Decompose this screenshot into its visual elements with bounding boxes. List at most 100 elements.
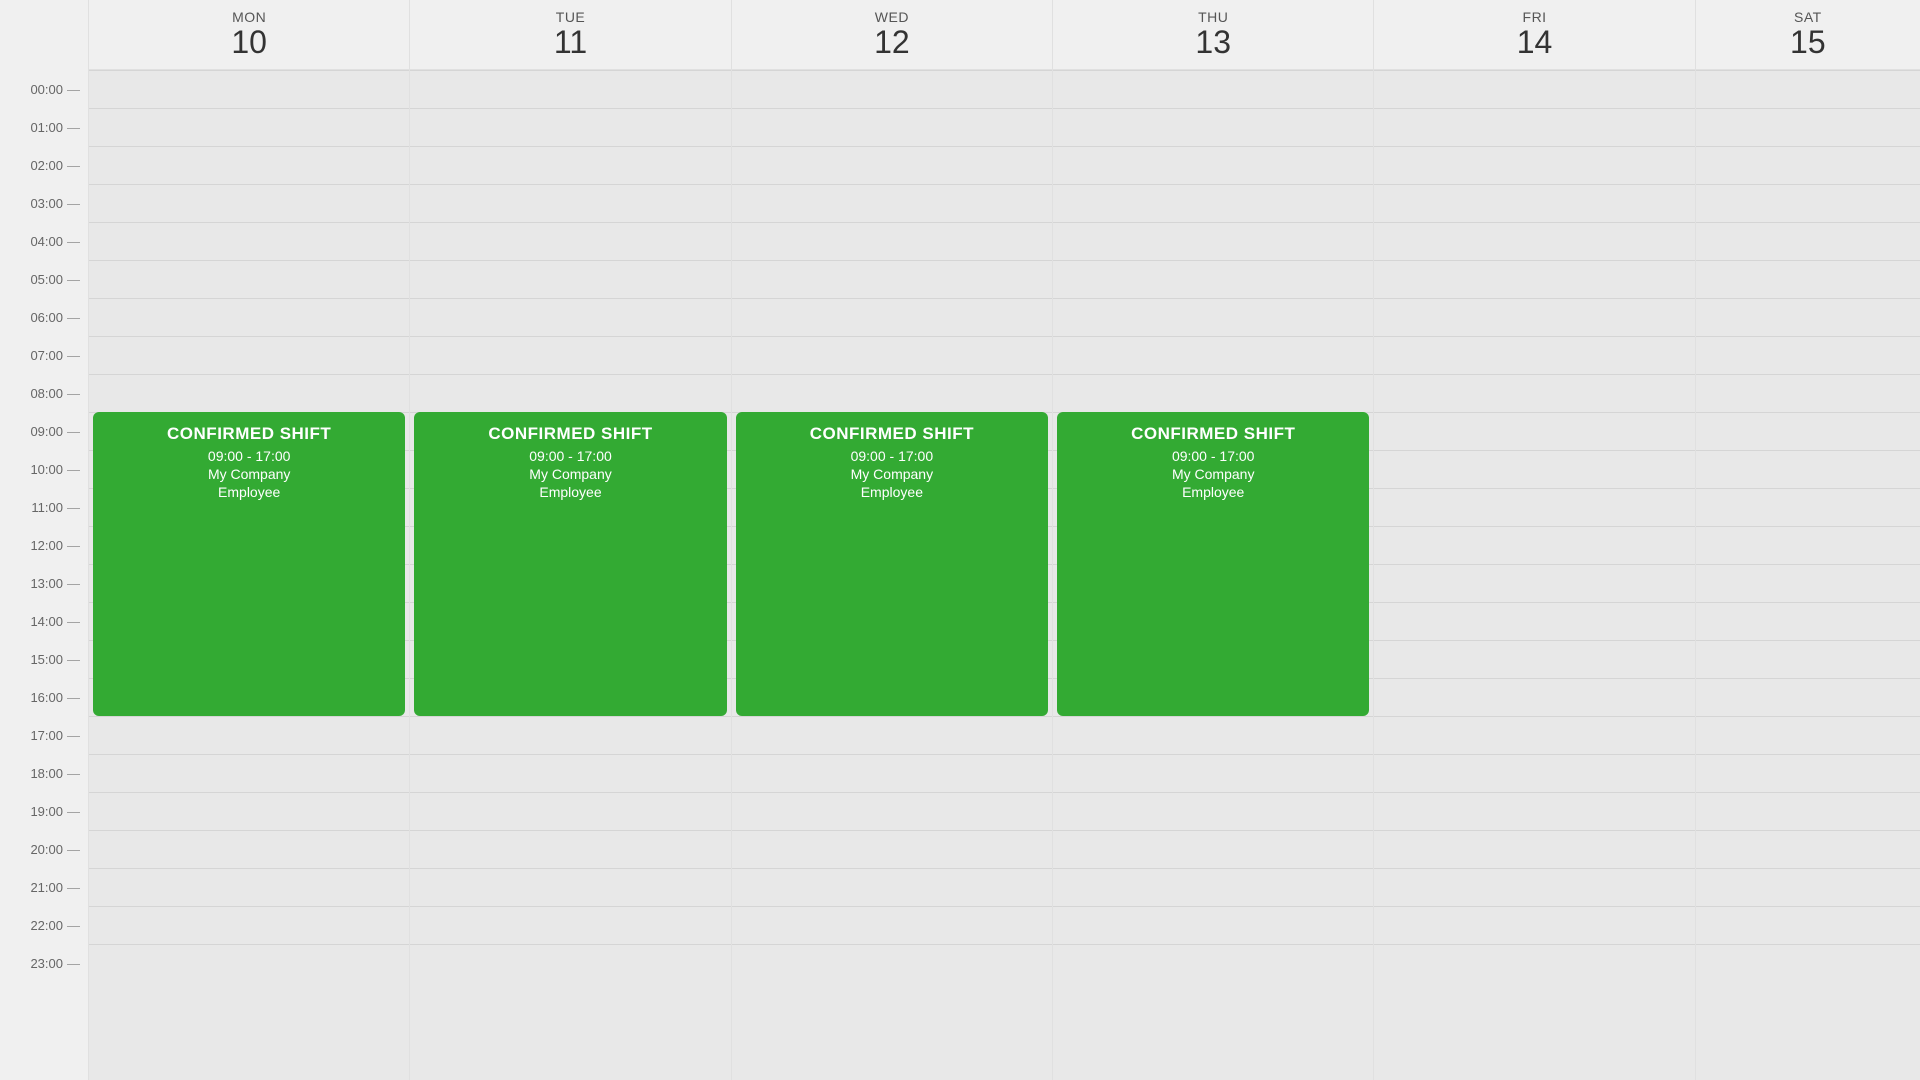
time-label: 07:00— [0, 336, 88, 374]
hour-line [1053, 108, 1373, 109]
shift-company: My Company [529, 466, 611, 482]
hour-line [1696, 146, 1920, 147]
time-label: 21:00— [0, 868, 88, 906]
hour-line [1696, 70, 1920, 71]
calendar-view: 00:00—01:00—02:00—03:00—04:00—05:00—06:0… [0, 0, 1920, 1080]
hour-line [1374, 298, 1694, 299]
time-label: 02:00— [0, 146, 88, 184]
hour-line [410, 70, 730, 71]
time-label: 17:00— [0, 716, 88, 754]
hour-line [410, 146, 730, 147]
day-body-inner-thu: CONFIRMED SHIFT09:00 - 17:00My CompanyEm… [1053, 70, 1373, 982]
hour-line [410, 754, 730, 755]
hour-line [732, 374, 1052, 375]
hour-line [732, 70, 1052, 71]
hour-line [410, 792, 730, 793]
hour-line [732, 260, 1052, 261]
day-header-wed: WED12 [732, 0, 1052, 70]
hour-line [732, 830, 1052, 831]
hour-line [410, 108, 730, 109]
hour-line [1696, 944, 1920, 945]
hour-line [89, 830, 409, 831]
hour-line [410, 868, 730, 869]
hour-line [1374, 906, 1694, 907]
hour-line [732, 298, 1052, 299]
hour-line [89, 336, 409, 337]
time-label: 18:00— [0, 754, 88, 792]
day-body-thu: CONFIRMED SHIFT09:00 - 17:00My CompanyEm… [1053, 70, 1373, 1080]
hour-line [410, 222, 730, 223]
hour-line [89, 906, 409, 907]
time-label: 23:00— [0, 944, 88, 982]
hour-line [732, 868, 1052, 869]
day-number-label: 12 [874, 25, 910, 60]
day-header-mon: MON10 [89, 0, 409, 70]
hour-line [410, 260, 730, 261]
day-column-tue: TUE11 CONFIRMED SHIFT09:00 - 17:00My Comp… [409, 0, 730, 1080]
hour-line [1374, 830, 1694, 831]
hour-line [1053, 830, 1373, 831]
day-body-inner-sat [1696, 70, 1920, 982]
day-name-label: TUE [556, 9, 586, 25]
hour-line [1696, 640, 1920, 641]
day-number-label: 13 [1195, 25, 1231, 60]
day-header-thu: THU13 [1053, 0, 1373, 70]
hour-line [1053, 336, 1373, 337]
hour-line [1053, 374, 1373, 375]
hour-line [1374, 564, 1694, 565]
hour-line [1696, 260, 1920, 261]
hour-line [410, 336, 730, 337]
shift-company: My Company [208, 466, 290, 482]
shift-title: CONFIRMED SHIFT [810, 424, 974, 444]
hour-line [1374, 488, 1694, 489]
hour-line [89, 184, 409, 185]
hour-line [1374, 412, 1694, 413]
hour-line [410, 298, 730, 299]
hour-line [1696, 564, 1920, 565]
time-label: 11:00— [0, 488, 88, 526]
hour-line [89, 374, 409, 375]
day-body-mon: CONFIRMED SHIFT09:00 - 17:00My CompanyEm… [89, 70, 409, 1080]
hour-line [1696, 222, 1920, 223]
hour-line [1374, 374, 1694, 375]
shift-block-mon[interactable]: CONFIRMED SHIFT09:00 - 17:00My CompanyEm… [93, 412, 405, 716]
hour-line [1374, 792, 1694, 793]
day-name-label: WED [875, 9, 909, 25]
hour-line [89, 868, 409, 869]
hour-line [1374, 222, 1694, 223]
hour-line [1696, 374, 1920, 375]
shift-company: My Company [851, 466, 933, 482]
day-number-label: 11 [554, 25, 587, 60]
shift-block-wed[interactable]: CONFIRMED SHIFT09:00 - 17:00My CompanyEm… [736, 412, 1048, 716]
day-header-sat: SAT15 [1696, 0, 1920, 70]
hour-line [410, 830, 730, 831]
hour-line [1696, 108, 1920, 109]
day-column-fri: FRI14 [1373, 0, 1694, 1080]
time-label: 08:00— [0, 374, 88, 412]
time-label: 20:00— [0, 830, 88, 868]
hour-line [1053, 868, 1373, 869]
time-label: 10:00— [0, 450, 88, 488]
time-label: 22:00— [0, 906, 88, 944]
time-label: 13:00— [0, 564, 88, 602]
shift-role: Employee [861, 484, 923, 500]
days-container: MON10 CONFIRMED SHIFT09:00 - 17:00My Comp… [88, 0, 1920, 1080]
hour-line [1053, 792, 1373, 793]
hour-line [89, 944, 409, 945]
hour-line [1696, 906, 1920, 907]
shift-block-thu[interactable]: CONFIRMED SHIFT09:00 - 17:00My CompanyEm… [1057, 412, 1369, 716]
hour-line [1374, 678, 1694, 679]
hour-line [1696, 754, 1920, 755]
hour-line [89, 754, 409, 755]
shift-block-tue[interactable]: CONFIRMED SHIFT09:00 - 17:00My CompanyEm… [414, 412, 726, 716]
hour-line [1696, 602, 1920, 603]
hour-line [1696, 868, 1920, 869]
day-column-wed: WED12 CONFIRMED SHIFT09:00 - 17:00My Comp… [731, 0, 1052, 1080]
hour-line [1374, 70, 1694, 71]
time-label: 05:00— [0, 260, 88, 298]
hour-line [732, 336, 1052, 337]
day-name-label: SAT [1794, 9, 1822, 25]
hour-line [1053, 944, 1373, 945]
time-label: 12:00— [0, 526, 88, 564]
time-label: 00:00— [0, 70, 88, 108]
